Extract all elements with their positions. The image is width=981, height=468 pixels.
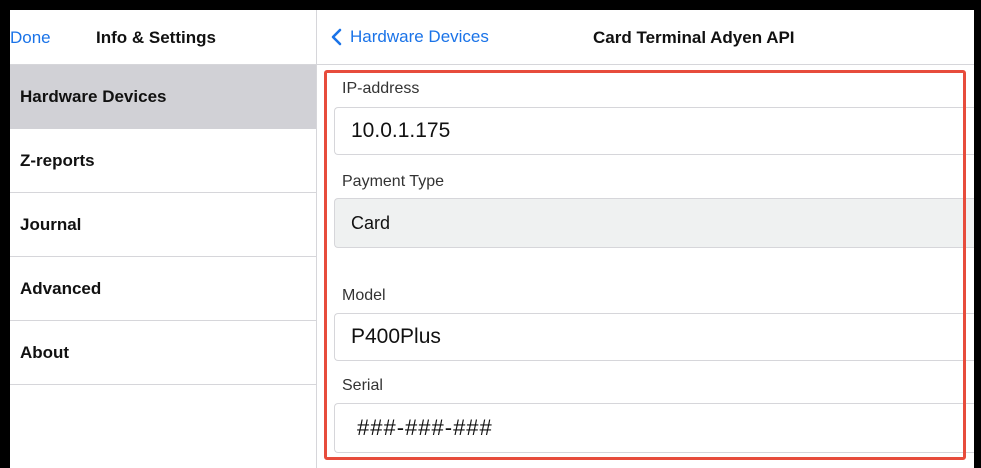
done-button[interactable]: Done: [10, 28, 51, 48]
payment-type-label: Payment Type: [342, 173, 444, 190]
menu-item-advanced[interactable]: Advanced: [10, 257, 316, 321]
sidebar-header: Done Info & Settings: [10, 10, 316, 65]
menu-item-z-reports[interactable]: Z-reports: [10, 129, 316, 193]
serial-value: ###-###-###: [357, 415, 493, 440]
menu-item-about[interactable]: About: [10, 321, 316, 385]
sidebar-title: Info & Settings: [96, 28, 216, 47]
page-title: Card Terminal Adyen API: [593, 28, 795, 47]
detail-pane: Hardware Devices Card Terminal Adyen API…: [317, 10, 974, 468]
menu-item-label: Hardware Devices: [20, 86, 167, 106]
settings-menu: Hardware Devices Z-reports Journal Advan…: [10, 65, 316, 385]
model-value: P400Plus: [351, 325, 441, 348]
ip-address-value: 10.0.1.175: [351, 119, 451, 142]
model-label: Model: [342, 287, 386, 304]
detail-header: Hardware Devices Card Terminal Adyen API: [317, 10, 974, 65]
back-button-label: Hardware Devices: [350, 27, 489, 46]
payment-type-value: Card: [351, 212, 391, 233]
model-field[interactable]: P400Plus: [334, 313, 974, 361]
menu-item-label: Journal: [20, 214, 82, 234]
ip-address-label: IP-address: [342, 80, 420, 97]
serial-label: Serial: [342, 377, 383, 394]
back-button[interactable]: Hardware Devices: [331, 27, 489, 47]
serial-field[interactable]: ###-###-###: [334, 403, 974, 453]
menu-item-label: About: [20, 342, 70, 362]
app-window: Done Info & Settings Hardware Devices Z-…: [10, 10, 974, 468]
ip-address-field[interactable]: 10.0.1.175: [334, 107, 974, 155]
payment-type-field[interactable]: Card: [334, 198, 974, 248]
menu-item-label: Z-reports: [20, 150, 95, 170]
menu-item-journal[interactable]: Journal: [10, 193, 316, 257]
menu-item-hardware-devices[interactable]: Hardware Devices: [10, 65, 316, 129]
chevron-left-icon: [331, 28, 342, 46]
device-form: IP-address 10.0.1.175 Payment Type Card …: [317, 65, 974, 468]
menu-item-label: Advanced: [20, 278, 102, 298]
settings-sidebar: Done Info & Settings Hardware Devices Z-…: [10, 10, 317, 468]
